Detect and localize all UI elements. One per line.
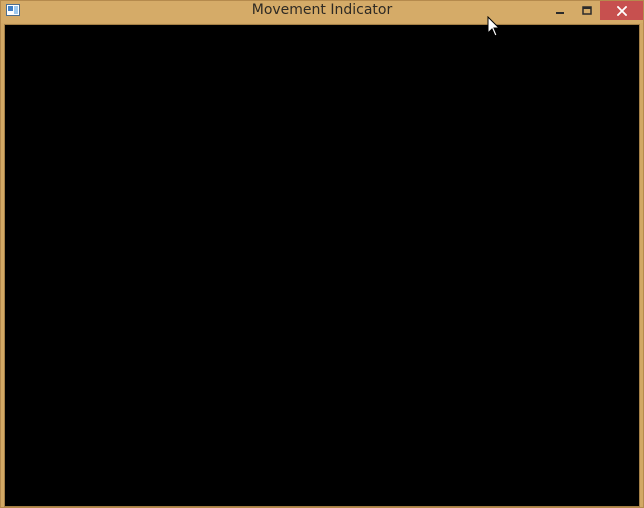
app-window: Movement Indicator: [0, 0, 644, 508]
window-app-icon[interactable]: [6, 4, 20, 16]
minimize-icon: [555, 11, 564, 14]
close-button[interactable]: [600, 1, 643, 20]
maximize-button[interactable]: [573, 1, 600, 20]
close-icon: [616, 5, 627, 16]
window-app-icon-pane-secondary: [14, 6, 18, 14]
minimize-button[interactable]: [546, 1, 573, 20]
render-canvas[interactable]: [5, 25, 639, 506]
title-bar[interactable]: Movement Indicator: [1, 1, 643, 23]
window-app-icon-pane: [8, 6, 13, 11]
maximize-icon: [581, 5, 592, 15]
window-controls: [546, 1, 643, 20]
